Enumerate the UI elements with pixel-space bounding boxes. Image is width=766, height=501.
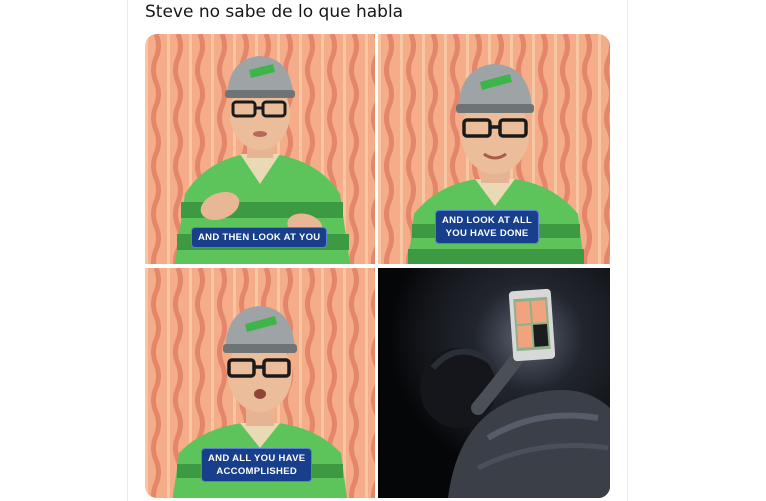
meme-panel-4[interactable] <box>378 268 610 498</box>
caption-line: AND LOOK AT ALL <box>442 215 533 226</box>
meme-caption: AND ALL YOU HAVE ACCOMPLISHED <box>201 448 313 482</box>
caption-line: YOU HAVE DONE <box>445 228 529 239</box>
meme-caption: AND THEN LOOK AT YOU <box>191 227 328 248</box>
caption-line: AND THEN LOOK AT YOU <box>198 232 321 243</box>
meme-caption: AND LOOK AT ALL YOU HAVE DONE <box>435 210 540 244</box>
meme-panel-3[interactable]: AND ALL YOU HAVE ACCOMPLISHED <box>145 268 375 498</box>
person-in-bed-with-phone-image <box>378 268 610 498</box>
tweet-card: Steve no sabe de lo que habla AND THEN L… <box>127 0 628 501</box>
caption-line: ACCOMPLISHED <box>216 466 298 477</box>
caption-line: AND ALL YOU HAVE <box>208 453 306 464</box>
meme-panel-1[interactable]: AND THEN LOOK AT YOU <box>145 34 375 264</box>
meme-panel-2[interactable]: AND LOOK AT ALL YOU HAVE DONE <box>378 34 610 264</box>
media-grid[interactable]: AND THEN LOOK AT YOU AND LOOK AT ALL YOU… <box>145 34 610 498</box>
tweet-text: Steve no sabe de lo que habla <box>145 2 404 22</box>
